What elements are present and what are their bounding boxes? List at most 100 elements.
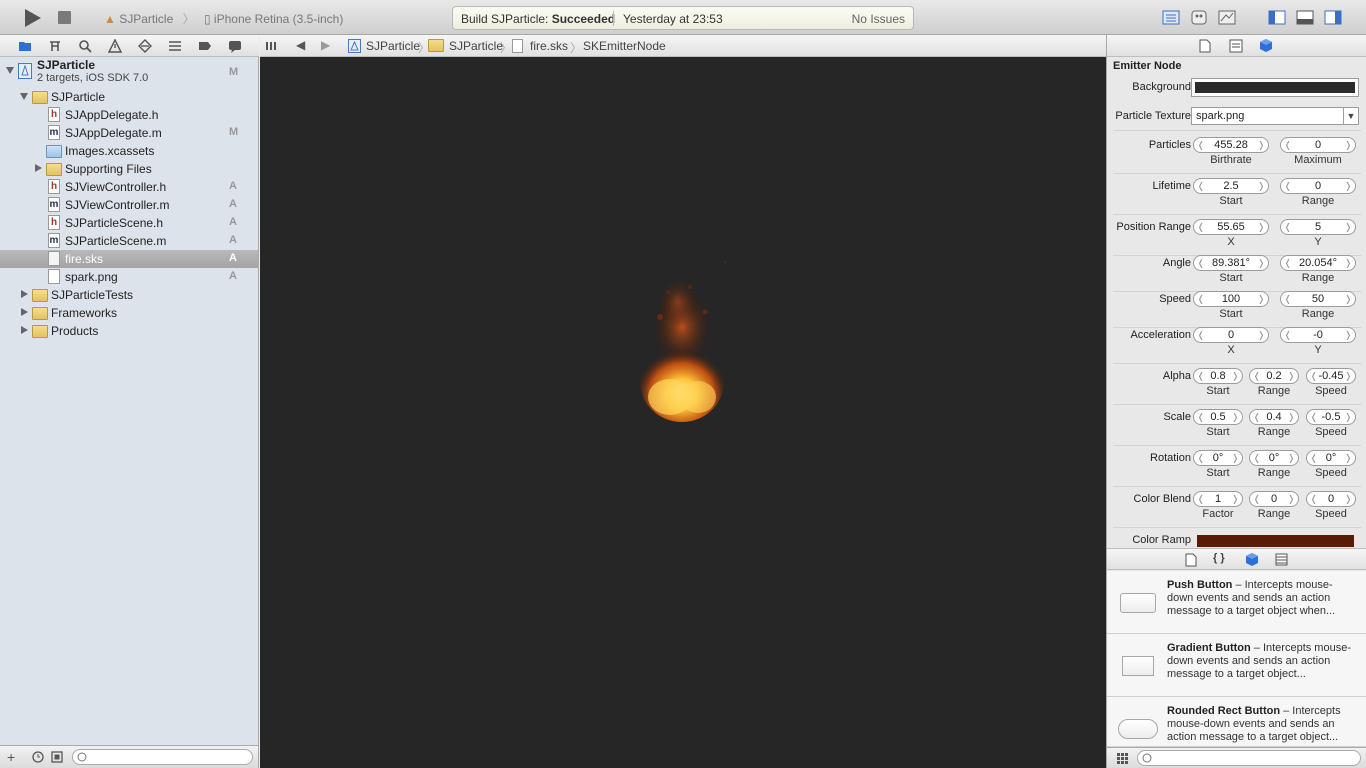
value-stepper[interactable]: ❬ 89.381° ❭	[1193, 255, 1269, 271]
stepper-value[interactable]: 5	[1315, 221, 1321, 233]
value-stepper[interactable]: ❬ 0 ❭	[1193, 327, 1269, 343]
decrement-arrow-icon[interactable]: ❬	[1197, 256, 1205, 270]
stepper-value[interactable]: 50	[1312, 293, 1324, 305]
navigator-filter-input[interactable]	[72, 749, 253, 765]
stepper-value[interactable]: 0	[1315, 180, 1321, 192]
increment-arrow-icon[interactable]: ❭	[1344, 179, 1352, 193]
assistant-editor-icon[interactable]	[1190, 10, 1208, 25]
breadcrumb-group[interactable]: SJParticle	[449, 39, 503, 53]
color-ramp-gradient[interactable]	[1197, 535, 1354, 547]
file-row[interactable]: m SJViewController.m A	[0, 196, 258, 214]
decrement-arrow-icon[interactable]: ❬	[1284, 179, 1292, 193]
forward-arrow-icon[interactable]: ▶	[321, 38, 330, 52]
file-row[interactable]: spark.png A	[0, 268, 258, 286]
value-stepper[interactable]: ❬ -0.5 ❭	[1306, 409, 1356, 425]
value-stepper[interactable]: ❬ 1 ❭	[1193, 491, 1243, 507]
version-editor-icon[interactable]	[1218, 10, 1236, 25]
value-stepper[interactable]: ❬ 100 ❭	[1193, 291, 1269, 307]
file-inspector-icon[interactable]	[1199, 39, 1211, 53]
decrement-arrow-icon[interactable]: ❬	[1284, 256, 1292, 270]
background-color-well[interactable]	[1191, 78, 1359, 97]
group-row-sjparticle[interactable]: SJParticle	[0, 88, 258, 106]
related-items-icon[interactable]	[265, 40, 277, 52]
run-button[interactable]	[22, 8, 42, 28]
value-stepper[interactable]: ❬ 0.2 ❭	[1249, 368, 1299, 384]
value-stepper[interactable]: ❬ 0° ❭	[1306, 450, 1356, 466]
value-stepper[interactable]: ❬ 55.65 ❭	[1193, 219, 1269, 235]
increment-arrow-icon[interactable]: ❭	[1287, 369, 1295, 383]
chevron-down-icon[interactable]: ▼	[1343, 108, 1358, 124]
library-item-rounded-rect-button[interactable]: Rounded Rect Button – Intercepts mouse-d…	[1107, 697, 1366, 747]
file-row-selected[interactable]: fire.sks A	[0, 250, 258, 268]
toggle-utilities-icon[interactable]	[1324, 10, 1342, 25]
object-library-icon[interactable]	[1245, 552, 1259, 567]
value-stepper[interactable]: ❬ 0.4 ❭	[1249, 409, 1299, 425]
decrement-arrow-icon[interactable]: ❬	[1310, 369, 1318, 383]
decrement-arrow-icon[interactable]: ❬	[1253, 451, 1261, 465]
decrement-arrow-icon[interactable]: ❬	[1197, 410, 1205, 424]
value-stepper[interactable]: ❬ 0.8 ❭	[1193, 368, 1243, 384]
increment-arrow-icon[interactable]: ❭	[1231, 492, 1239, 506]
grid-view-icon[interactable]	[1117, 753, 1128, 764]
decrement-arrow-icon[interactable]: ❬	[1310, 451, 1318, 465]
increment-arrow-icon[interactable]: ❭	[1344, 410, 1352, 424]
library-item-gradient-button[interactable]: Gradient Button – Intercepts mouse-down …	[1107, 634, 1366, 697]
value-stepper[interactable]: ❬ 2.5 ❭	[1193, 178, 1269, 194]
add-icon[interactable]: +	[7, 749, 15, 765]
decrement-arrow-icon[interactable]: ❬	[1197, 220, 1205, 234]
stepper-value[interactable]: 455.28	[1214, 139, 1248, 151]
breadcrumb-node[interactable]: SKEmitterNode	[583, 39, 666, 53]
symbol-navigator-icon[interactable]	[48, 39, 62, 53]
increment-arrow-icon[interactable]: ❭	[1344, 451, 1352, 465]
breakpoint-navigator-icon[interactable]	[198, 39, 212, 53]
value-stepper[interactable]: ❬ 0° ❭	[1193, 450, 1243, 466]
emitter-inspector-icon[interactable]	[1259, 38, 1273, 53]
increment-arrow-icon[interactable]: ❭	[1231, 410, 1239, 424]
decrement-arrow-icon[interactable]: ❬	[1197, 328, 1205, 342]
library-item-push-button[interactable]: Push Button – Intercepts mouse-down even…	[1107, 571, 1366, 634]
debug-navigator-icon[interactable]	[168, 39, 182, 53]
value-stepper[interactable]: ❬ 0 ❭	[1280, 178, 1356, 194]
file-row[interactable]: h SJAppDelegate.h	[0, 106, 258, 124]
texture-combobox[interactable]: spark.png ▼	[1191, 107, 1359, 125]
decrement-arrow-icon[interactable]: ❬	[1197, 451, 1205, 465]
increment-arrow-icon[interactable]: ❭	[1287, 451, 1295, 465]
increment-arrow-icon[interactable]: ❭	[1231, 451, 1239, 465]
value-stepper[interactable]: ❬ 0.5 ❭	[1193, 409, 1243, 425]
decrement-arrow-icon[interactable]: ❬	[1253, 410, 1261, 424]
scm-filter-icon[interactable]	[51, 751, 63, 763]
decrement-arrow-icon[interactable]: ❬	[1284, 220, 1292, 234]
group-row-products[interactable]: Products	[0, 322, 258, 340]
breadcrumb-project[interactable]: SJParticle	[366, 39, 420, 53]
stepper-value[interactable]: 0	[1271, 493, 1277, 505]
file-row[interactable]: m SJAppDelegate.m M	[0, 124, 258, 142]
decrement-arrow-icon[interactable]: ❬	[1253, 369, 1261, 383]
stepper-value[interactable]: 0	[1328, 493, 1334, 505]
increment-arrow-icon[interactable]: ❭	[1257, 328, 1265, 342]
value-stepper[interactable]: ❬ 50 ❭	[1280, 291, 1356, 307]
decrement-arrow-icon[interactable]: ❬	[1310, 492, 1318, 506]
code-snippet-library-icon[interactable]: { }	[1213, 552, 1225, 564]
increment-arrow-icon[interactable]: ❭	[1287, 492, 1295, 506]
increment-arrow-icon[interactable]: ❭	[1344, 492, 1352, 506]
disclosure-triangle-icon[interactable]	[35, 164, 42, 172]
search-navigator-icon[interactable]	[78, 39, 92, 53]
group-row-frameworks[interactable]: Frameworks	[0, 304, 258, 322]
increment-arrow-icon[interactable]: ❭	[1257, 256, 1265, 270]
decrement-arrow-icon[interactable]: ❬	[1284, 292, 1292, 306]
increment-arrow-icon[interactable]: ❭	[1257, 292, 1265, 306]
stepper-value[interactable]: 0°	[1213, 452, 1224, 464]
scheme-selector[interactable]: ▲ SJParticle 〉 ▯ iPhone Retina (3.5-inch…	[104, 10, 343, 27]
disclosure-triangle-icon[interactable]	[6, 67, 14, 74]
decrement-arrow-icon[interactable]: ❬	[1197, 492, 1205, 506]
value-stepper[interactable]: ❬ 455.28 ❭	[1193, 137, 1269, 153]
value-stepper[interactable]: ❬ 0° ❭	[1249, 450, 1299, 466]
test-navigator-icon[interactable]	[138, 39, 152, 53]
stepper-value[interactable]: 0.2	[1266, 370, 1281, 382]
increment-arrow-icon[interactable]: ❭	[1344, 328, 1352, 342]
disclosure-triangle-icon[interactable]	[20, 93, 28, 100]
stepper-value[interactable]: -0.5	[1322, 411, 1341, 423]
toggle-debug-area-icon[interactable]	[1296, 10, 1314, 25]
decrement-arrow-icon[interactable]: ❬	[1197, 292, 1205, 306]
value-stepper[interactable]: ❬ 0 ❭	[1249, 491, 1299, 507]
